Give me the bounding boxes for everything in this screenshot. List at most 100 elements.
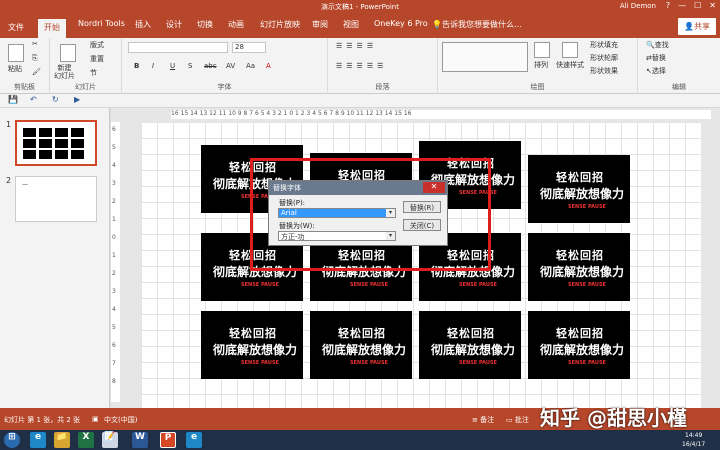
- help-icon[interactable]: ?: [666, 1, 670, 10]
- replace-button[interactable]: ⇄替换: [646, 53, 666, 63]
- chevron-down-icon[interactable]: ▾: [386, 232, 395, 240]
- spacing-button[interactable]: AV: [226, 62, 235, 70]
- cut-icon[interactable]: ✂: [32, 40, 38, 48]
- title-card[interactable]: 轻松回招彻底解放想像力 SENSE PAUSE: [419, 311, 521, 379]
- paste-label[interactable]: 粘贴: [8, 64, 22, 74]
- undo-icon[interactable]: ↶: [30, 95, 37, 104]
- underline-button[interactable]: U: [170, 62, 175, 70]
- excel-icon[interactable]: X: [78, 432, 94, 448]
- close-button[interactable]: 关闭(C): [403, 219, 441, 231]
- group-label: 编辑: [672, 83, 686, 91]
- tab-slideshow[interactable]: 幻灯片放映: [260, 19, 300, 30]
- notes-button[interactable]: ≡ 备注: [472, 415, 494, 425]
- tab-insert[interactable]: 插入: [135, 19, 151, 30]
- chevron-down-icon[interactable]: ▾: [386, 209, 395, 217]
- save-icon[interactable]: 💾: [8, 95, 18, 104]
- reset-button[interactable]: 重置: [90, 54, 104, 64]
- italic-button[interactable]: I: [152, 62, 154, 70]
- arrange-button[interactable]: 排列: [534, 60, 548, 70]
- with-label: 替换为(W):: [279, 222, 315, 230]
- title-card[interactable]: 轻松回招彻底解放想像力 SENSE PAUSE: [528, 233, 630, 301]
- browser-icon[interactable]: e: [186, 432, 202, 448]
- ie-icon[interactable]: e: [30, 432, 46, 448]
- with-font-select[interactable]: 方正-功 ▾: [278, 231, 396, 241]
- redo-icon[interactable]: ↻: [52, 95, 59, 104]
- dialog-title: 替换字体: [269, 181, 447, 195]
- copy-icon[interactable]: ⎘: [32, 54, 38, 63]
- tab-onekey[interactable]: OneKey 6 Pro: [374, 19, 428, 28]
- slide-thumbnail-pane: 1 2 —: [0, 108, 110, 408]
- tab-transitions[interactable]: 切换: [197, 19, 213, 30]
- format-painter-icon[interactable]: 🖌: [32, 68, 41, 76]
- select-button[interactable]: ↖选择: [646, 66, 666, 76]
- align-icons[interactable]: ☰☰☰☰☰: [336, 62, 387, 70]
- new-slide-icon[interactable]: [60, 44, 76, 62]
- shapes-gallery[interactable]: [442, 42, 528, 72]
- share-button[interactable]: 👤共享: [678, 18, 716, 35]
- list-icons[interactable]: ☰☰☰☰: [336, 42, 377, 50]
- tab-view[interactable]: 视图: [343, 19, 359, 30]
- slide-thumbnail-2[interactable]: —: [15, 176, 97, 222]
- language-status[interactable]: 中文(中国): [104, 415, 137, 425]
- powerpoint-icon[interactable]: P: [160, 432, 176, 448]
- close-icon[interactable]: ✕: [709, 1, 716, 10]
- lightbulb-icon: 💡: [432, 20, 442, 29]
- card-line2: 彻底解放想像力: [540, 265, 625, 279]
- title-card[interactable]: 轻松回招彻底解放想像力 SENSE PAUSE: [528, 155, 630, 223]
- shape-outline-button[interactable]: 形状轮廓: [590, 53, 618, 63]
- card-line2: 彻底解放想像力: [540, 343, 625, 357]
- tell-me-box[interactable]: 💡告诉我您想要做什么…: [432, 19, 522, 30]
- user-name[interactable]: Ali Demon: [620, 2, 656, 10]
- ruler-tick: 6: [112, 342, 116, 349]
- tab-file[interactable]: 文件: [0, 19, 32, 38]
- notepad-icon[interactable]: 📝: [102, 432, 118, 448]
- find-button[interactable]: 🔍查找: [646, 40, 669, 50]
- maximize-icon[interactable]: ☐: [694, 1, 701, 10]
- card-line1: 轻松回招: [447, 327, 495, 340]
- arrange-icon[interactable]: [534, 42, 550, 58]
- layout-button[interactable]: 版式: [90, 40, 104, 50]
- new-slide-button[interactable]: 新建 幻灯片: [54, 64, 75, 80]
- tab-design[interactable]: 设计: [166, 19, 182, 30]
- start-button-icon[interactable]: ⊞: [4, 432, 20, 448]
- tab-animations[interactable]: 动画: [228, 19, 244, 30]
- section-button[interactable]: 节: [90, 68, 97, 78]
- font-size-select[interactable]: 28: [232, 42, 266, 53]
- shape-effects-button[interactable]: 形状效果: [590, 66, 618, 76]
- title-bar: 演示文稿1 - PowerPoint Ali Demon ? — ☐ ✕: [0, 0, 720, 12]
- word-icon[interactable]: W: [132, 432, 148, 448]
- strikethrough-button[interactable]: abc: [204, 62, 217, 70]
- paste-icon[interactable]: [8, 44, 24, 62]
- minimize-icon[interactable]: —: [678, 1, 686, 10]
- quick-styles-icon[interactable]: [562, 42, 578, 58]
- replace-button[interactable]: 替换(R): [403, 201, 441, 213]
- group-label: 段落: [375, 83, 390, 91]
- clock-time: 14:49: [685, 432, 703, 439]
- ruler-tick: 3: [112, 180, 116, 187]
- comments-button[interactable]: ▭ 批注: [506, 415, 529, 425]
- slide-thumbnail-1[interactable]: [15, 120, 97, 166]
- tab-review[interactable]: 审阅: [312, 19, 328, 30]
- spellcheck-icon[interactable]: ▣: [92, 415, 99, 423]
- explorer-icon[interactable]: 📁: [54, 432, 70, 448]
- quick-styles-button[interactable]: 快速样式: [556, 60, 584, 70]
- replace-font-select[interactable]: Arial ▾: [278, 208, 396, 218]
- ruler-tick: 6: [112, 126, 116, 133]
- card-line2: 彻底解放想像力: [213, 343, 298, 357]
- title-card[interactable]: 轻松回招彻底解放想像力 SENSE PAUSE: [528, 311, 630, 379]
- shape-fill-button[interactable]: 形状填充: [590, 40, 618, 50]
- font-family-select[interactable]: [128, 42, 228, 53]
- case-button[interactable]: Aa: [246, 62, 255, 70]
- bold-button[interactable]: B: [134, 62, 139, 70]
- font-color-button[interactable]: A: [266, 62, 271, 70]
- tab-home[interactable]: 开始: [38, 19, 66, 38]
- title-card[interactable]: 轻松回招彻底解放想像力 SENSE PAUSE: [310, 311, 412, 379]
- start-slideshow-icon[interactable]: ▶: [74, 95, 80, 104]
- title-card[interactable]: 轻松回招彻底解放想像力 SENSE PAUSE: [201, 311, 303, 379]
- tab-nordri[interactable]: Nordri Tools: [78, 19, 125, 28]
- find-icon: 🔍: [646, 41, 655, 49]
- card-sub: SENSE PAUSE: [241, 360, 279, 366]
- dialog-close-icon[interactable]: ✕: [423, 182, 445, 193]
- ruler-tick: 7: [112, 360, 116, 367]
- shadow-button[interactable]: S: [188, 62, 192, 70]
